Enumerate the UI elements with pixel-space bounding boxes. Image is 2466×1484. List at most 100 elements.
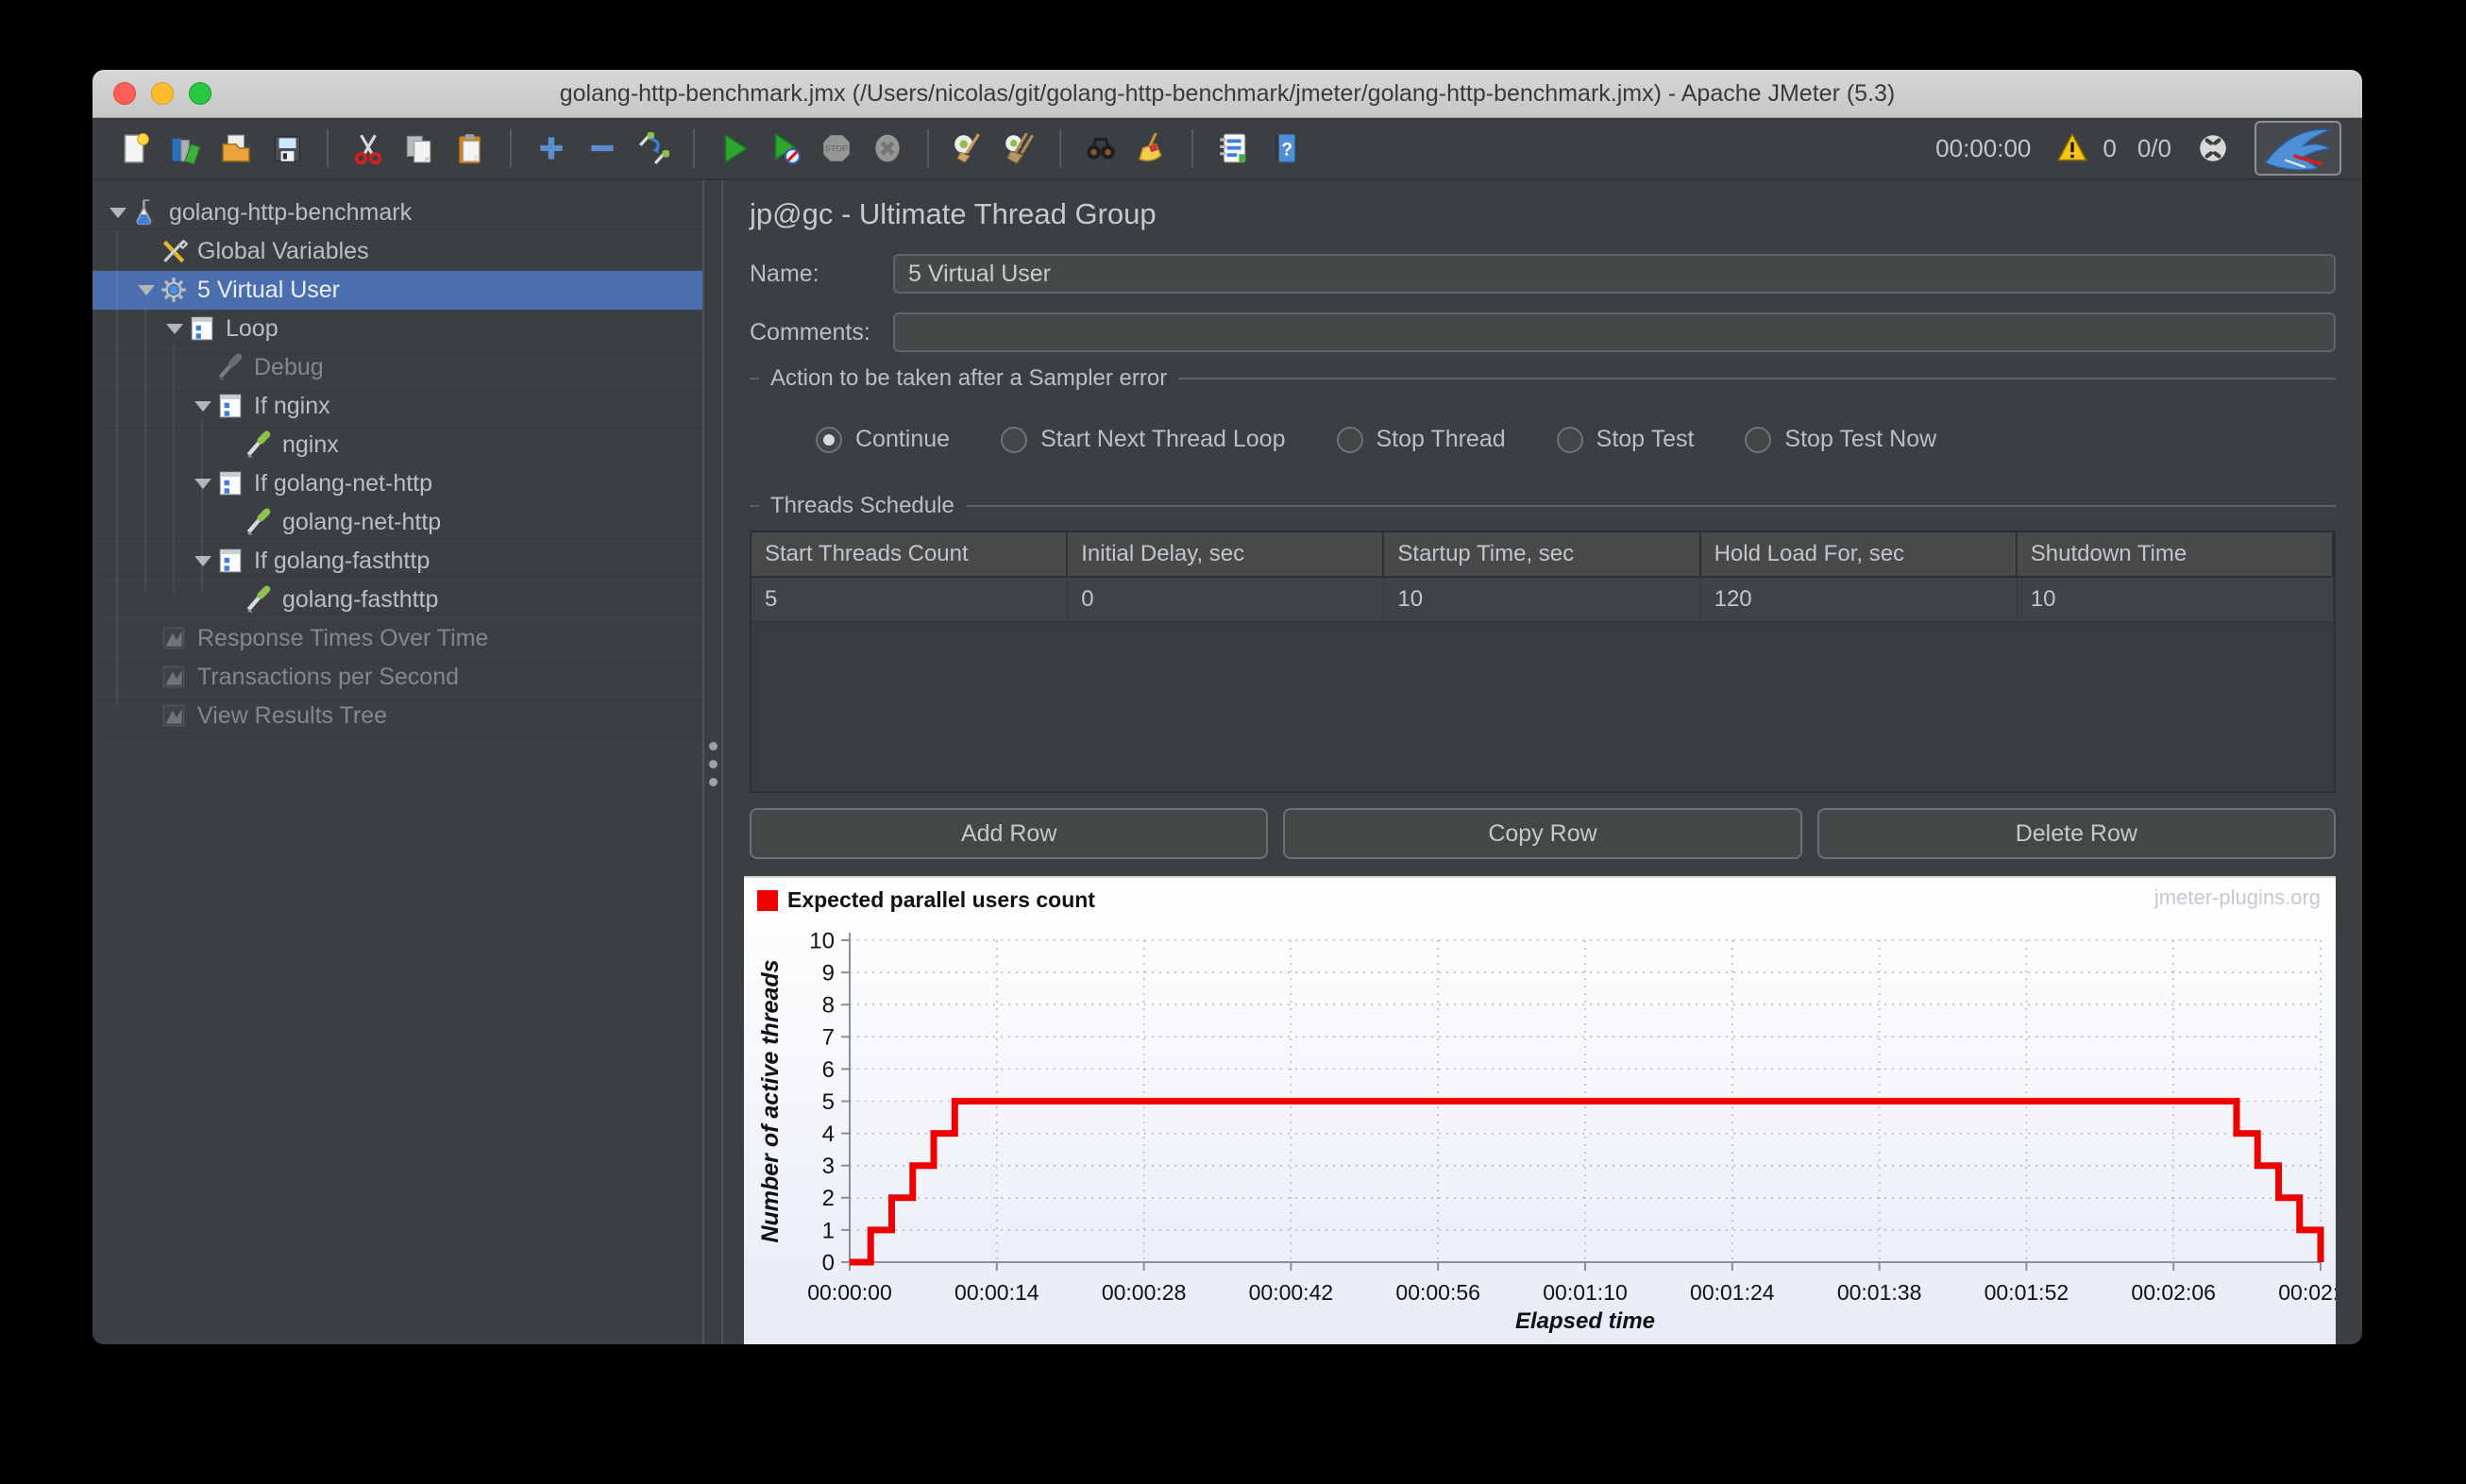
toolbar-remove-button[interactable] bbox=[582, 127, 623, 169]
tree-item-if-golang-fasthttp[interactable]: If golang-fasthttp bbox=[93, 542, 702, 581]
delete-row-button[interactable]: Delete Row bbox=[1816, 808, 2336, 859]
toolbar-reset-gui-button[interactable] bbox=[633, 127, 674, 169]
radio-circle[interactable] bbox=[1001, 426, 1028, 453]
radio-start-next-thread-loop[interactable]: Start Next Thread Loop bbox=[1001, 426, 1286, 453]
tree-item-response-times-over-time[interactable]: Response Times Over Time bbox=[93, 619, 702, 658]
svg-text:STOP: STOP bbox=[825, 144, 848, 154]
expander-icon[interactable] bbox=[190, 478, 216, 489]
toolbar-separator bbox=[927, 129, 929, 167]
radio-circle[interactable] bbox=[1556, 426, 1583, 453]
toolbar-start-button[interactable] bbox=[714, 127, 755, 169]
column-header[interactable]: Shutdown Time bbox=[2017, 532, 2334, 578]
expander-icon[interactable] bbox=[190, 555, 216, 566]
svg-text:00:01:10: 00:01:10 bbox=[1543, 1280, 1628, 1305]
expander-icon[interactable] bbox=[190, 400, 216, 412]
svg-text:2: 2 bbox=[822, 1186, 835, 1211]
toolbar-templates-button[interactable] bbox=[164, 127, 206, 169]
column-header[interactable]: Startup Time, sec bbox=[1384, 532, 1701, 578]
radio-stop-test-now[interactable]: Stop Test Now bbox=[1745, 426, 1936, 453]
toolbar-search-button[interactable] bbox=[1080, 127, 1122, 169]
toolbar-clear-all-button[interactable] bbox=[999, 127, 1040, 169]
tree-item-label: golang-net-http bbox=[282, 508, 442, 535]
radio-circle[interactable] bbox=[1336, 426, 1363, 453]
tree-item-golang-fasthttp[interactable]: golang-fasthttp bbox=[93, 581, 702, 619]
svg-text:00:00:14: 00:00:14 bbox=[954, 1280, 1039, 1305]
column-header[interactable]: Start Threads Count bbox=[752, 532, 1069, 578]
tree-item-5-virtual-user[interactable]: 5 Virtual User bbox=[93, 271, 702, 310]
radio-continue[interactable]: Continue bbox=[816, 426, 950, 453]
tree-indent-guide bbox=[201, 420, 203, 592]
radio-stop-thread[interactable]: Stop Thread bbox=[1336, 426, 1506, 453]
tree-item-label: golang-http-benchmark bbox=[169, 198, 413, 226]
toolbar-save-button[interactable] bbox=[266, 127, 308, 169]
schedule-cell[interactable]: 10 bbox=[2017, 578, 2334, 622]
column-header[interactable]: Initial Delay, sec bbox=[1068, 532, 1385, 578]
add-row-button[interactable]: Add Row bbox=[750, 808, 1269, 859]
expander-icon[interactable] bbox=[105, 207, 131, 218]
jmeter-logo-button[interactable] bbox=[2255, 121, 2341, 176]
schedule-cell[interactable]: 0 bbox=[1068, 578, 1385, 622]
toolbar-paste-button[interactable] bbox=[449, 127, 491, 169]
radio-label: Start Next Thread Loop bbox=[1040, 426, 1286, 452]
toolbar-status: 00:00:00 0 0/0 bbox=[1935, 121, 2341, 176]
schedule-data-row[interactable]: 5 0 10 120 10 bbox=[752, 578, 2334, 622]
expander-icon[interactable] bbox=[161, 323, 188, 334]
close-window-button[interactable] bbox=[113, 82, 136, 105]
tree-splitter[interactable] bbox=[702, 180, 723, 1344]
radio-circle[interactable] bbox=[816, 426, 842, 453]
tree-item-nginx[interactable]: nginx bbox=[93, 426, 702, 464]
tree-item-label: Debug bbox=[254, 353, 324, 380]
toolbar-function-helper-button[interactable] bbox=[1212, 127, 1254, 169]
remote-start-icon[interactable] bbox=[2192, 127, 2234, 169]
svg-text:00:02:06: 00:02:06 bbox=[2131, 1280, 2216, 1305]
toolbar-open-file-button[interactable] bbox=[215, 127, 257, 169]
expander-icon[interactable] bbox=[133, 284, 160, 295]
tree-item-loop[interactable]: Loop bbox=[93, 310, 702, 348]
main-split: golang-http-benchmark Global Variables 5 V… bbox=[93, 180, 2362, 1344]
toolbar-add-button[interactable] bbox=[531, 127, 572, 169]
toolbar-copy-button[interactable] bbox=[398, 127, 440, 169]
zoom-window-button[interactable] bbox=[189, 82, 211, 105]
tree-indent-guide bbox=[116, 231, 118, 705]
active-total-threads: 0/0 bbox=[2137, 133, 2171, 162]
tree-item-if-nginx[interactable]: If nginx bbox=[93, 387, 702, 426]
column-header[interactable]: Hold Load For, sec bbox=[1700, 532, 2018, 578]
svg-text:?: ? bbox=[1281, 140, 1292, 160]
toolbar-separator bbox=[327, 129, 329, 167]
testplan-icon bbox=[131, 198, 160, 227]
schedule-cell[interactable]: 5 bbox=[752, 578, 1069, 622]
name-input[interactable] bbox=[893, 254, 2336, 294]
listener-icon bbox=[160, 663, 188, 691]
radio-circle[interactable] bbox=[1745, 426, 1772, 453]
ultimate-thread-group-chart: Expected parallel users count jmeter-plu… bbox=[744, 876, 2336, 1344]
sampler-gray-icon bbox=[216, 353, 245, 381]
tree-item-golang-http-benchmark[interactable]: golang-http-benchmark bbox=[93, 194, 702, 232]
tree-indent-guide bbox=[144, 307, 146, 592]
minimize-window-button[interactable] bbox=[151, 82, 174, 105]
copy-row-button[interactable]: Copy Row bbox=[1283, 808, 1802, 859]
toolbar-new-file-button[interactable] bbox=[113, 127, 155, 169]
tree-item-label: 5 Virtual User bbox=[197, 276, 340, 303]
tree-item-if-golang-net-http[interactable]: If golang-net-http bbox=[93, 464, 702, 503]
toolbar-help-button[interactable]: ? bbox=[1263, 127, 1305, 169]
toolbar-start-no-timers-button[interactable] bbox=[765, 127, 806, 169]
threads-schedule-table[interactable]: Start Threads Count Initial Delay, sec Sta… bbox=[750, 531, 2336, 793]
controller-icon bbox=[216, 547, 245, 575]
toolbar-clear-button[interactable] bbox=[948, 127, 989, 169]
tree-item-view-results-tree[interactable]: View Results Tree bbox=[93, 697, 702, 735]
toolbar-clear-search-button[interactable] bbox=[1131, 127, 1173, 169]
schedule-cell[interactable]: 10 bbox=[1384, 578, 1701, 622]
schedule-cell[interactable]: 120 bbox=[1700, 578, 2018, 622]
comments-input[interactable] bbox=[893, 312, 2336, 352]
tree-item-global-variables[interactable]: Global Variables bbox=[93, 232, 702, 271]
tree-item-transactions-per-second[interactable]: Transactions per Second bbox=[93, 658, 702, 697]
tree-item-debug[interactable]: Debug bbox=[93, 348, 702, 387]
toolbar: STOP? 00:00:00 0 0/0 bbox=[93, 118, 2362, 180]
svg-text:Number of active threads: Number of active threads bbox=[757, 959, 784, 1242]
tree-item-golang-net-http[interactable]: golang-net-http bbox=[93, 503, 702, 542]
toolbar-cut-button[interactable] bbox=[347, 127, 389, 169]
toolbar-separator bbox=[1059, 129, 1061, 167]
radio-stop-test[interactable]: Stop Test bbox=[1556, 426, 1694, 453]
log-errors-indicator[interactable]: 0 bbox=[2052, 127, 2117, 169]
sampler-error-options: Continue Start Next Thread Loop Stop Threa… bbox=[816, 426, 2336, 453]
